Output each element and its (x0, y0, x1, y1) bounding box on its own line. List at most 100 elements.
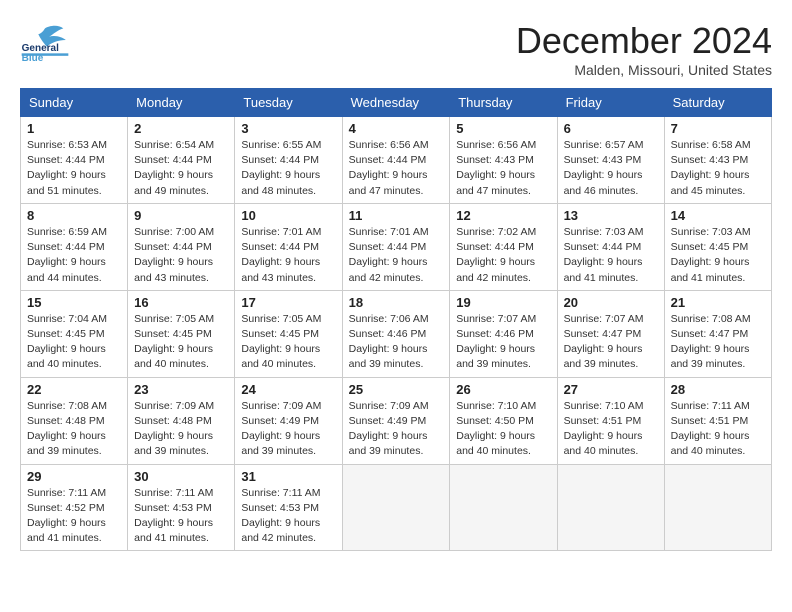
day-info: Sunrise: 7:00 AMSunset: 4:44 PMDaylight:… (134, 225, 228, 286)
calendar-week-row: 1 Sunrise: 6:53 AMSunset: 4:44 PMDaylight… (21, 117, 772, 204)
calendar-cell: 19 Sunrise: 7:07 AMSunset: 4:46 PMDayligh… (450, 290, 557, 377)
calendar-day-header: Saturday (664, 89, 771, 117)
day-info: Sunrise: 7:07 AMSunset: 4:47 PMDaylight:… (564, 312, 658, 373)
day-number: 21 (671, 295, 765, 310)
day-info: Sunrise: 7:01 AMSunset: 4:44 PMDaylight:… (349, 225, 444, 286)
day-info: Sunrise: 6:56 AMSunset: 4:44 PMDaylight:… (349, 138, 444, 199)
day-info: Sunrise: 7:11 AMSunset: 4:52 PMDaylight:… (27, 486, 121, 547)
calendar-cell: 18 Sunrise: 7:06 AMSunset: 4:46 PMDayligh… (342, 290, 450, 377)
day-number: 9 (134, 208, 228, 223)
calendar-cell: 2 Sunrise: 6:54 AMSunset: 4:44 PMDaylight… (128, 117, 235, 204)
calendar-cell: 14 Sunrise: 7:03 AMSunset: 4:45 PMDayligh… (664, 203, 771, 290)
day-number: 22 (27, 382, 121, 397)
day-number: 20 (564, 295, 658, 310)
calendar-cell: 22Sunrise: 7:08 AMSunset: 4:48 PMDayligh… (21, 377, 128, 464)
day-info: Sunrise: 7:09 AMSunset: 4:49 PMDaylight:… (349, 399, 444, 460)
title-section: December 2024 Malden, Missouri, United S… (516, 20, 772, 78)
calendar-cell: 27Sunrise: 7:10 AMSunset: 4:51 PMDayligh… (557, 377, 664, 464)
page-header: General Blue December 2024 Malden, Misso… (20, 20, 772, 78)
day-info: Sunrise: 6:57 AMSunset: 4:43 PMDaylight:… (564, 138, 658, 199)
logo: General Blue (20, 20, 70, 65)
month-title: December 2024 (516, 20, 772, 62)
day-info: Sunrise: 7:11 AMSunset: 4:51 PMDaylight:… (671, 399, 765, 460)
calendar-cell: 1 Sunrise: 6:53 AMSunset: 4:44 PMDaylight… (21, 117, 128, 204)
calendar-week-row: 8Sunrise: 6:59 AMSunset: 4:44 PMDaylight… (21, 203, 772, 290)
day-info: Sunrise: 7:11 AMSunset: 4:53 PMDaylight:… (134, 486, 228, 547)
day-number: 3 (241, 121, 335, 136)
day-number: 17 (241, 295, 335, 310)
calendar-cell: 9 Sunrise: 7:00 AMSunset: 4:44 PMDaylight… (128, 203, 235, 290)
day-info: Sunrise: 7:10 AMSunset: 4:50 PMDaylight:… (456, 399, 550, 460)
calendar-cell: 6Sunrise: 6:57 AMSunset: 4:43 PMDaylight… (557, 117, 664, 204)
calendar-cell: 7Sunrise: 6:58 AMSunset: 4:43 PMDaylight… (664, 117, 771, 204)
day-number: 2 (134, 121, 228, 136)
day-info: Sunrise: 7:05 AMSunset: 4:45 PMDaylight:… (241, 312, 335, 373)
day-info: Sunrise: 7:07 AMSunset: 4:46 PMDaylight:… (456, 312, 550, 373)
day-info: Sunrise: 7:05 AMSunset: 4:45 PMDaylight:… (134, 312, 228, 373)
day-number: 11 (349, 208, 444, 223)
day-number: 28 (671, 382, 765, 397)
calendar-cell: 8Sunrise: 6:59 AMSunset: 4:44 PMDaylight… (21, 203, 128, 290)
day-number: 26 (456, 382, 550, 397)
calendar-cell: 20 Sunrise: 7:07 AMSunset: 4:47 PMDayligh… (557, 290, 664, 377)
day-info: Sunrise: 6:53 AMSunset: 4:44 PMDaylight:… (27, 138, 121, 199)
calendar-cell: 3Sunrise: 6:55 AMSunset: 4:44 PMDaylight… (235, 117, 342, 204)
day-number: 12 (456, 208, 550, 223)
day-number: 13 (564, 208, 658, 223)
calendar-table: SundayMondayTuesdayWednesdayThursdayFrid… (20, 88, 772, 551)
day-number: 15 (27, 295, 121, 310)
day-number: 27 (564, 382, 658, 397)
day-info: Sunrise: 7:02 AMSunset: 4:44 PMDaylight:… (456, 225, 550, 286)
day-number: 7 (671, 121, 765, 136)
day-number: 1 (27, 121, 121, 136)
day-info: Sunrise: 7:01 AMSunset: 4:44 PMDaylight:… (241, 225, 335, 286)
day-info: Sunrise: 7:08 AMSunset: 4:47 PMDaylight:… (671, 312, 765, 373)
day-info: Sunrise: 7:09 AMSunset: 4:49 PMDaylight:… (241, 399, 335, 460)
logo-icon: General Blue (20, 20, 70, 65)
day-info: Sunrise: 7:09 AMSunset: 4:48 PMDaylight:… (134, 399, 228, 460)
day-number: 5 (456, 121, 550, 136)
calendar-cell: 31Sunrise: 7:11 AMSunset: 4:53 PMDayligh… (235, 464, 342, 551)
calendar-cell: 12 Sunrise: 7:02 AMSunset: 4:44 PMDayligh… (450, 203, 557, 290)
calendar-cell: 5 Sunrise: 6:56 AMSunset: 4:43 PMDaylight… (450, 117, 557, 204)
calendar-cell: 10 Sunrise: 7:01 AMSunset: 4:44 PMDayligh… (235, 203, 342, 290)
day-number: 24 (241, 382, 335, 397)
calendar-cell: 24 Sunrise: 7:09 AMSunset: 4:49 PMDayligh… (235, 377, 342, 464)
day-number: 10 (241, 208, 335, 223)
calendar-cell: 21 Sunrise: 7:08 AMSunset: 4:47 PMDayligh… (664, 290, 771, 377)
day-number: 18 (349, 295, 444, 310)
day-number: 30 (134, 469, 228, 484)
day-number: 16 (134, 295, 228, 310)
day-info: Sunrise: 6:59 AMSunset: 4:44 PMDaylight:… (27, 225, 121, 286)
day-info: Sunrise: 7:03 AMSunset: 4:44 PMDaylight:… (564, 225, 658, 286)
calendar-cell: 16 Sunrise: 7:05 AMSunset: 4:45 PMDayligh… (128, 290, 235, 377)
calendar-day-header: Friday (557, 89, 664, 117)
calendar-cell: 29 Sunrise: 7:11 AMSunset: 4:52 PMDayligh… (21, 464, 128, 551)
day-info: Sunrise: 7:04 AMSunset: 4:45 PMDaylight:… (27, 312, 121, 373)
calendar-cell: 4 Sunrise: 6:56 AMSunset: 4:44 PMDaylight… (342, 117, 450, 204)
calendar-cell: 15 Sunrise: 7:04 AMSunset: 4:45 PMDayligh… (21, 290, 128, 377)
calendar-header-row: SundayMondayTuesdayWednesdayThursdayFrid… (21, 89, 772, 117)
calendar-day-header: Thursday (450, 89, 557, 117)
calendar-week-row: 29 Sunrise: 7:11 AMSunset: 4:52 PMDayligh… (21, 464, 772, 551)
day-info: Sunrise: 6:56 AMSunset: 4:43 PMDaylight:… (456, 138, 550, 199)
calendar-week-row: 15 Sunrise: 7:04 AMSunset: 4:45 PMDayligh… (21, 290, 772, 377)
day-number: 4 (349, 121, 444, 136)
day-number: 31 (241, 469, 335, 484)
calendar-cell: 11 Sunrise: 7:01 AMSunset: 4:44 PMDayligh… (342, 203, 450, 290)
calendar-day-header: Monday (128, 89, 235, 117)
day-number: 14 (671, 208, 765, 223)
day-number: 29 (27, 469, 121, 484)
day-info: Sunrise: 6:54 AMSunset: 4:44 PMDaylight:… (134, 138, 228, 199)
calendar-cell: 17 Sunrise: 7:05 AMSunset: 4:45 PMDayligh… (235, 290, 342, 377)
day-number: 19 (456, 295, 550, 310)
calendar-day-header: Wednesday (342, 89, 450, 117)
calendar-cell (450, 464, 557, 551)
location: Malden, Missouri, United States (516, 62, 772, 78)
day-info: Sunrise: 7:03 AMSunset: 4:45 PMDaylight:… (671, 225, 765, 286)
calendar-cell: 30 Sunrise: 7:11 AMSunset: 4:53 PMDayligh… (128, 464, 235, 551)
calendar-day-header: Sunday (21, 89, 128, 117)
day-number: 23 (134, 382, 228, 397)
calendar-week-row: 22Sunrise: 7:08 AMSunset: 4:48 PMDayligh… (21, 377, 772, 464)
day-info: Sunrise: 7:06 AMSunset: 4:46 PMDaylight:… (349, 312, 444, 373)
